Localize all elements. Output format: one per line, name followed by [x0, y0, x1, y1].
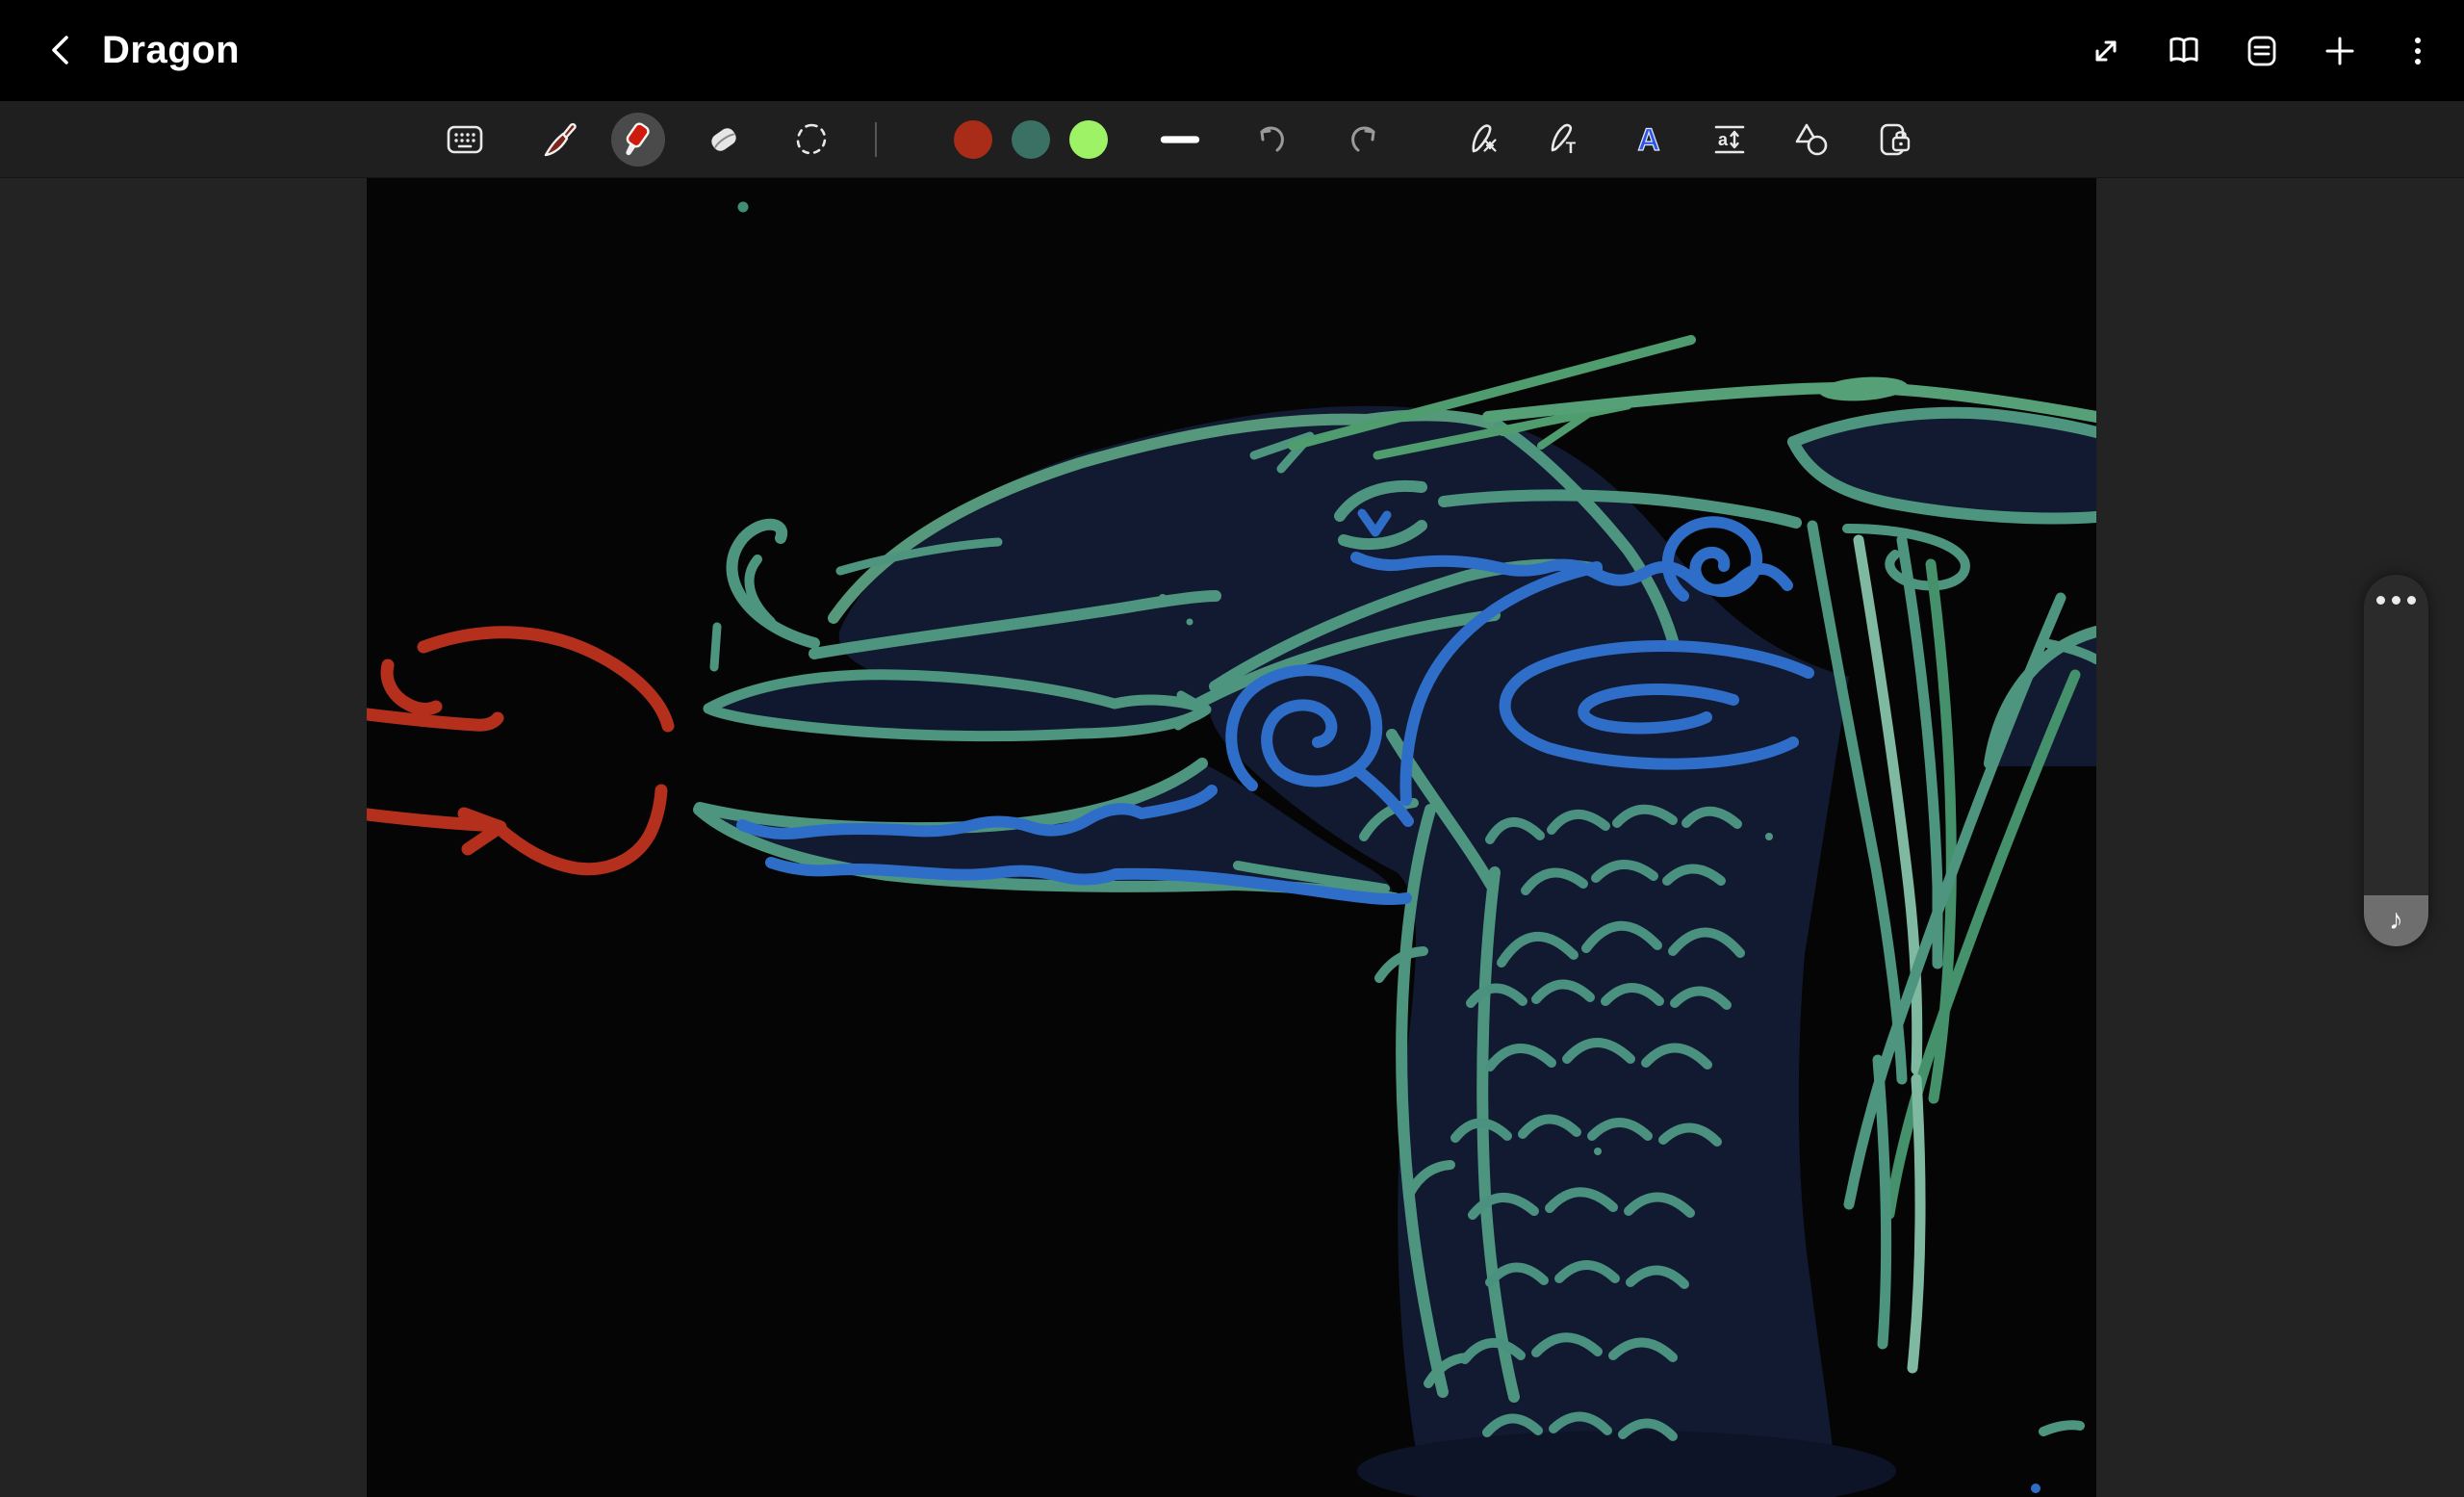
lock-icon: [1874, 118, 1916, 161]
plus-icon: [2321, 32, 2359, 70]
undo-button[interactable]: [1250, 118, 1293, 161]
font-style-a-icon: A: [1628, 118, 1670, 161]
page-list-icon: [2243, 32, 2281, 70]
header-actions: [2085, 0, 2439, 101]
note-title: Dragon: [102, 0, 240, 101]
text-size-button[interactable]: a: [1708, 118, 1751, 161]
color-swatch-teal[interactable]: [1010, 118, 1052, 161]
kebab-menu-icon: [2399, 32, 2437, 70]
eraser-tool-button[interactable]: [703, 118, 745, 161]
more-options-button[interactable]: [2397, 30, 2439, 72]
back-button[interactable]: [40, 29, 83, 71]
green-dot: [738, 202, 749, 213]
svg-text:A: A: [1637, 122, 1659, 157]
mane-strokes: [1812, 526, 2075, 1368]
font-style-button[interactable]: A: [1628, 118, 1670, 161]
color-swatch-green[interactable]: [1067, 118, 1110, 161]
redo-icon: [1343, 118, 1385, 161]
teal-swatch-circle: [1012, 120, 1050, 159]
pen-to-text-button[interactable]: T: [1545, 118, 1587, 161]
audio-side-panel[interactable]: ♪: [2364, 575, 2428, 946]
page-list-button[interactable]: [2241, 30, 2283, 72]
notes-app-window: Dragon: [0, 0, 2464, 1497]
stroke-width-button[interactable]: [1159, 118, 1201, 161]
back-chevron-icon: [40, 29, 83, 71]
lasso-select-icon: [790, 118, 833, 161]
pen-text-icon: T: [1545, 118, 1587, 161]
shapes-icon: [1790, 118, 1833, 161]
reading-mode-button[interactable]: [2163, 30, 2205, 72]
svg-text:T: T: [1566, 139, 1577, 157]
text-size-icon: a: [1708, 118, 1751, 161]
shapes-button[interactable]: [1790, 118, 1833, 161]
audio-handle-button[interactable]: ♪: [2364, 895, 2428, 946]
pen-beautify-button[interactable]: [1464, 118, 1506, 161]
open-book-icon: [2164, 31, 2204, 71]
red-swatch-circle: [954, 120, 992, 159]
drawing-toolbar: T A a: [0, 101, 2464, 178]
drawing-canvas[interactable]: [367, 178, 2096, 1497]
brush-icon: [539, 118, 581, 161]
eraser-icon: [703, 118, 745, 161]
marker-icon: [617, 117, 659, 162]
add-page-button[interactable]: [2319, 30, 2361, 72]
svg-text:a: a: [1718, 130, 1729, 149]
undo-icon: [1250, 118, 1293, 161]
keyboard-tool-button[interactable]: [444, 118, 486, 161]
green-swatch-circle: [1069, 120, 1108, 159]
red-fire-strokes: [367, 632, 668, 869]
header: Dragon: [0, 0, 2464, 101]
expand-button[interactable]: [2085, 30, 2127, 72]
lasso-select-tool-button[interactable]: [790, 118, 833, 161]
music-note-icon: ♪: [2389, 906, 2403, 935]
dragon-drawing: [367, 178, 2096, 1497]
pen-sparkle-icon: [1464, 118, 1506, 161]
redo-button[interactable]: [1343, 118, 1385, 161]
stroke-width-icon: [1159, 118, 1201, 161]
blue-dot: [2031, 1484, 2040, 1493]
color-swatch-red[interactable]: [952, 118, 994, 161]
brush-tool-button[interactable]: [539, 118, 581, 161]
marker-tool-button[interactable]: [617, 118, 659, 161]
lock-canvas-button[interactable]: [1874, 118, 1916, 161]
keyboard-icon: [444, 118, 486, 161]
toolbar-divider: [875, 122, 877, 157]
expand-icon: [2087, 32, 2125, 70]
panel-drag-dots-icon[interactable]: [2364, 596, 2428, 605]
